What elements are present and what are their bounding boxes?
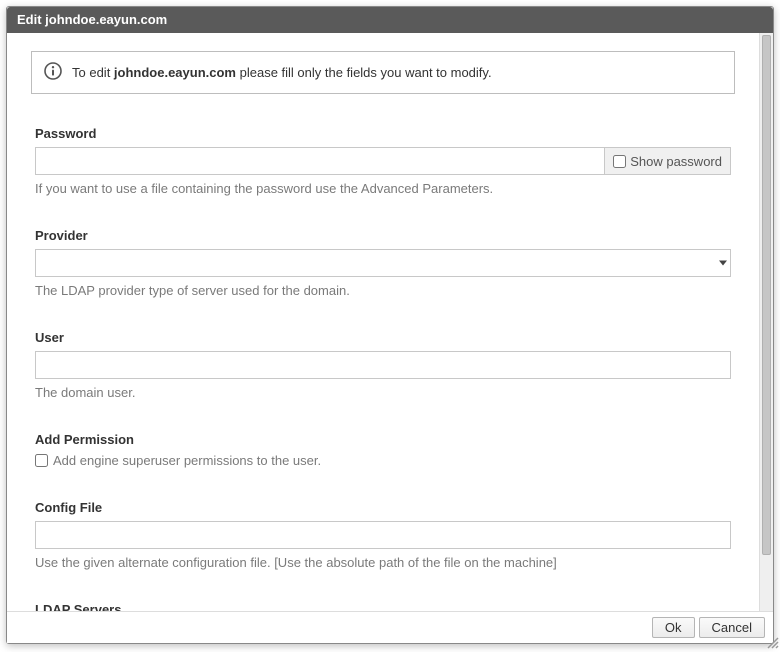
user-input[interactable] (35, 351, 731, 379)
section-provider: Provider The LDAP provider type of serve… (31, 228, 735, 298)
info-text: To edit johndoe.eayun.com please fill on… (72, 65, 492, 80)
section-add-permission: Add Permission Add engine superuser perm… (31, 432, 735, 468)
edit-domain-dialog: Edit johndoe.eayun.com To edit johndoe.e… (6, 6, 774, 644)
content-wrap: To edit johndoe.eayun.com please fill on… (7, 33, 773, 611)
vertical-scrollbar[interactable] (759, 33, 773, 611)
title-prefix: Edit (17, 12, 45, 27)
provider-select-wrap (35, 249, 731, 277)
info-icon (44, 62, 62, 83)
dialog-titlebar: Edit johndoe.eayun.com (7, 7, 773, 33)
info-domain: johndoe.eayun.com (114, 65, 236, 80)
password-help: If you want to use a file containing the… (35, 181, 731, 196)
ok-button[interactable]: Ok (652, 617, 695, 638)
config-file-label: Config File (35, 500, 731, 515)
title-domain: johndoe.eayun.com (45, 12, 167, 27)
show-password-toggle[interactable]: Show password (605, 147, 731, 175)
user-label: User (35, 330, 731, 345)
password-label: Password (35, 126, 731, 141)
dialog-content: To edit johndoe.eayun.com please fill on… (7, 33, 759, 611)
provider-label: Provider (35, 228, 731, 243)
password-input[interactable] (35, 147, 605, 175)
user-help: The domain user. (35, 385, 731, 400)
add-permission-checkbox[interactable] (35, 454, 48, 467)
cancel-button[interactable]: Cancel (699, 617, 765, 638)
info-pre: To edit (72, 65, 114, 80)
dialog-footer: Ok Cancel (7, 611, 773, 643)
section-ldap-servers: LDAP Servers (31, 602, 735, 611)
info-banner: To edit johndoe.eayun.com please fill on… (31, 51, 735, 94)
add-permission-label: Add Permission (35, 432, 731, 447)
add-permission-row[interactable]: Add engine superuser permissions to the … (35, 453, 731, 468)
section-config-file: Config File Use the given alternate conf… (31, 500, 735, 570)
config-file-input[interactable] (35, 521, 731, 549)
provider-help: The LDAP provider type of server used fo… (35, 283, 731, 298)
add-permission-text: Add engine superuser permissions to the … (53, 453, 321, 468)
show-password-label: Show password (630, 154, 722, 169)
password-row: Show password (35, 147, 731, 175)
provider-select[interactable] (35, 249, 731, 277)
info-post: please fill only the fields you want to … (236, 65, 492, 80)
scrollbar-thumb[interactable] (762, 35, 771, 555)
show-password-checkbox[interactable] (613, 155, 626, 168)
ldap-servers-label: LDAP Servers (35, 602, 731, 611)
config-file-help: Use the given alternate configuration fi… (35, 555, 731, 570)
section-password: Password Show password If you want to us… (31, 126, 735, 196)
section-user: User The domain user. (31, 330, 735, 400)
